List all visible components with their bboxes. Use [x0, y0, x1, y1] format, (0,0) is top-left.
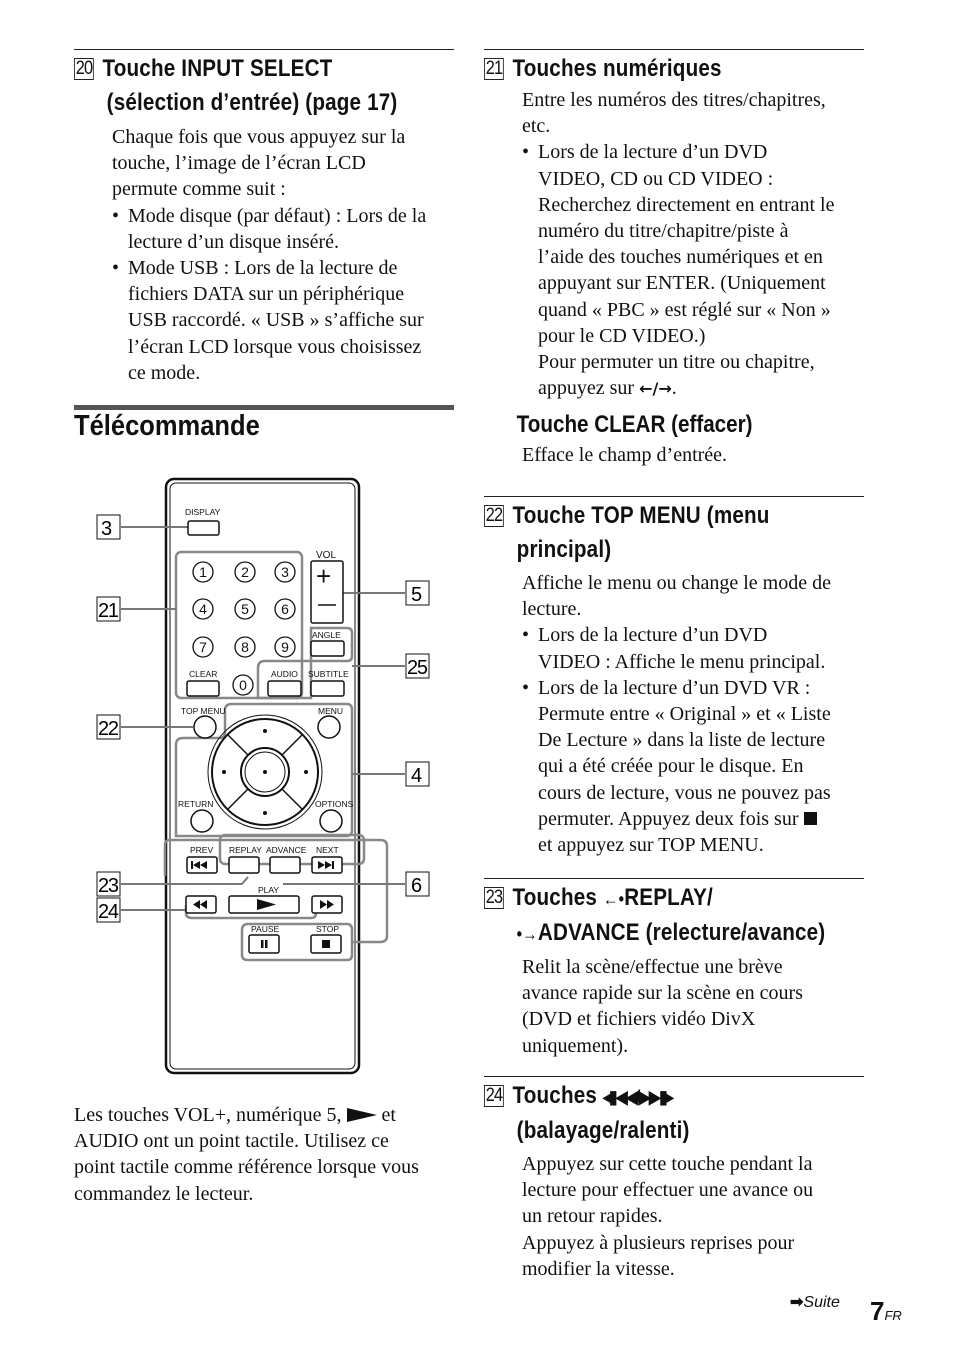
section-24-rule	[484, 1076, 864, 1077]
svg-text:NEXT: NEXT	[316, 845, 339, 855]
display-button	[187, 520, 220, 536]
svg-text:9: 9	[281, 639, 289, 655]
svg-text:MENU: MENU	[318, 706, 343, 716]
svg-text:CLEAR: CLEAR	[189, 669, 217, 679]
svg-text:VOL: VOL	[316, 550, 336, 561]
svg-text:SUBTITLE: SUBTITLE	[308, 669, 349, 679]
svg-text:8: 8	[241, 639, 249, 655]
callout-21: 21	[98, 600, 119, 622]
return-button	[190, 809, 214, 833]
svg-text:+: +	[316, 561, 331, 591]
svg-text:7: 7	[199, 639, 207, 655]
page-number: 7FR	[870, 1296, 902, 1326]
clear-heading: Touche CLEAR (effacer)	[516, 411, 753, 439]
callout-4: 4	[411, 765, 422, 787]
top-menu-button	[193, 715, 217, 739]
callout-5: 5	[411, 584, 422, 606]
remote-control-diagram: 3 21 22 23 24 5 25 4 6 DISPLAY VOL + 1 2…	[96, 477, 430, 1075]
svg-text:6: 6	[281, 601, 289, 617]
svg-text:PREV: PREV	[190, 845, 213, 855]
section-20-heading-2: (sélection d’entrée) (page 17)	[106, 89, 398, 116]
bullet-item: Lors de la lecture d’un DVD VR :Permute …	[522, 675, 869, 858]
replay-icon: ←•	[602, 889, 625, 909]
callout-25: 25	[407, 657, 428, 679]
item-number: 20	[74, 58, 94, 80]
svg-text:0: 0	[239, 677, 247, 693]
clear-button	[186, 680, 220, 697]
section-title: Télécommande	[74, 410, 260, 442]
play-icon	[346, 1108, 377, 1122]
section-21: 21 Touches numériques Entre les numéros d…	[484, 52, 869, 469]
section-20-body: Chaque fois que vous appuyez sur la touc…	[74, 124, 459, 386]
advance-icon: •→	[516, 924, 538, 944]
menu-button	[317, 715, 341, 739]
bullet-item: Lors de la lecture d’un DVDVIDEO : Affic…	[522, 622, 869, 674]
bullet-item: Mode disque (par défaut) : Lors de lalec…	[112, 203, 459, 255]
section-24: 24 Touches ◂▮◀◀/▶▶▮▸ (balayage/ralenti) A…	[484, 1079, 869, 1282]
svg-text:ANGLE: ANGLE	[312, 630, 341, 640]
svg-text:PAUSE: PAUSE	[251, 924, 280, 934]
section-20-heading: 20 Touche INPUT SELECT	[74, 55, 333, 82]
svg-text:AUDIO: AUDIO	[271, 669, 298, 679]
svg-text:RETURN: RETURN	[178, 799, 213, 809]
scan-slow-icons: ◂▮◀◀/▶▶▮▸	[602, 1087, 674, 1107]
svg-text:4: 4	[199, 601, 207, 617]
callout-23: 23	[98, 875, 119, 897]
svg-text:3: 3	[281, 564, 289, 580]
bullet-item: Mode USB : Lors de la lecture defichiers…	[112, 255, 459, 386]
subtitle-button	[310, 680, 345, 697]
clear-text: Efface le champ d’entrée.	[522, 444, 728, 467]
section-20: 20 Touche INPUT SELECT (sélection d’entré…	[74, 52, 459, 386]
svg-text:DISPLAY: DISPLAY	[185, 507, 221, 517]
svg-text:2: 2	[241, 564, 249, 580]
section-23: 23 Touches ←•REPLAY/ •→ADVANCE (relecture…	[484, 881, 869, 1059]
replay-button	[228, 856, 260, 874]
callout-22: 22	[98, 718, 119, 740]
svg-text:OPTIONS: OPTIONS	[315, 799, 354, 809]
section-21-rule	[484, 49, 864, 50]
bullet-item: Lors de la lecture d’un DVDVIDEO, CD ou …	[522, 139, 869, 402]
callout-6: 6	[411, 875, 422, 897]
svg-text:REPLAY: REPLAY	[229, 845, 262, 855]
pause-button	[248, 934, 280, 954]
left-right-arrows-icon: ←/→	[639, 379, 672, 399]
arrow-right-icon: ➡	[790, 1294, 804, 1311]
advance-button	[269, 856, 301, 874]
callout-3: 3	[101, 518, 112, 540]
section-23-heading: 23 Touches ←•REPLAY/	[484, 884, 713, 911]
section-24-heading: 24 Touches ◂▮◀◀/▶▶▮▸	[484, 1082, 674, 1109]
section-22: 22 Touche TOP MENU (menu principal) Affic…	[484, 499, 869, 858]
angle-button	[310, 640, 345, 657]
svg-text:TOP MENU: TOP MENU	[181, 706, 226, 716]
tactile-note: Les touches VOL+, numérique 5, et AUDIO …	[74, 1104, 419, 1205]
section-20-rule	[74, 49, 454, 50]
svg-text:5: 5	[241, 601, 249, 617]
svg-text:STOP: STOP	[316, 924, 339, 934]
callout-24: 24	[98, 901, 119, 923]
section-21-heading: 21 Touches numériques	[484, 55, 722, 82]
section-23-rule	[484, 878, 864, 879]
svg-text:1: 1	[199, 564, 207, 580]
section-22-heading: 22 Touche TOP MENU (menu	[484, 502, 770, 529]
stop-icon	[803, 811, 817, 825]
section-22-rule	[484, 496, 864, 497]
svg-text:ADVANCE: ADVANCE	[266, 845, 307, 855]
options-button	[319, 809, 343, 833]
audio-button	[267, 680, 302, 697]
continue-indicator: ➡Suite	[790, 1294, 840, 1311]
svg-text:PLAY: PLAY	[258, 885, 279, 895]
